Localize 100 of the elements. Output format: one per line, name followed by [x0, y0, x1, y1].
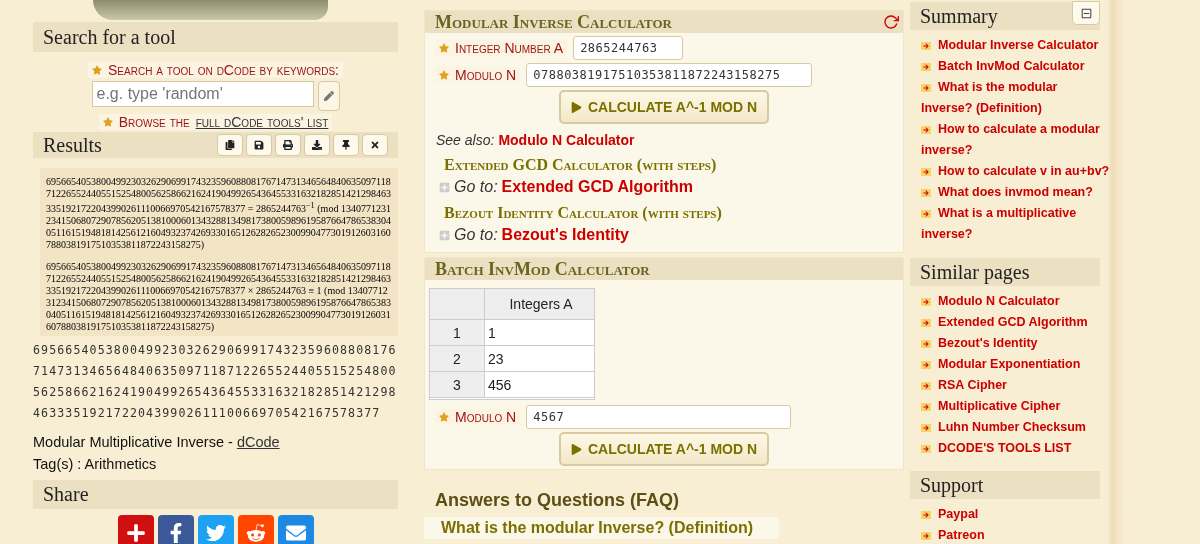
number-field[interactable]: 4567 [526, 405, 792, 429]
collapse-button[interactable] [1072, 1, 1100, 25]
twitter-share-button[interactable] [197, 515, 234, 544]
faq-heading: Answers to Questions (FAQ) [434, 489, 681, 511]
star-icon [102, 117, 113, 127]
copy-button[interactable] [217, 134, 243, 156]
related-heading: Bezout Identity Calculator (with steps) [443, 203, 723, 222]
tools-list-link[interactable]: full dCode tools' list [195, 114, 329, 130]
sidebar-title: Similar pages [920, 260, 1030, 284]
add-share-button[interactable] [117, 515, 154, 544]
related-heading: Extended GCD Calculator (with steps) [443, 155, 718, 174]
close-button[interactable] [362, 134, 388, 156]
row-number: 3 [430, 372, 485, 397]
plus-icon [125, 523, 146, 543]
panel-title: Modular Inverse Calculator [435, 11, 672, 33]
sidebar-link[interactable]: What is the modular Inverse? (Definition) [921, 77, 1110, 119]
minus-icon [1080, 7, 1092, 19]
arrow-icon [921, 188, 931, 197]
calculate-button[interactable]: CALCULATE A^-1 MOD N [558, 90, 770, 124]
star-icon [439, 43, 449, 53]
sidebar-title: Summary [920, 4, 998, 28]
search-button[interactable] [317, 81, 340, 111]
tags-line: Tag(s) : Arithmetics [33, 456, 158, 472]
dcode-link[interactable]: dCode [236, 434, 280, 450]
faq-question: What is the modular Inverse? (Definition) [424, 517, 779, 539]
number-field[interactable]: 2865244763 [573, 36, 684, 60]
expand-icon [439, 181, 450, 193]
go-to-label: Go to: [454, 226, 498, 244]
sidebar-link[interactable]: What is a multiplicative inverse? [921, 203, 1110, 245]
sidebar-link[interactable]: How to calculate v in au+bv? [921, 161, 1110, 182]
pin-button[interactable] [333, 134, 359, 156]
bird-icon [205, 523, 226, 543]
arrow-icon [921, 423, 931, 432]
field-label-text: Integer Number A [455, 40, 564, 56]
reddit-share-button[interactable] [237, 515, 274, 544]
calculate-button[interactable]: CALCULATE A^-1 MOD N [558, 432, 770, 466]
pin-icon [341, 140, 351, 150]
field-label-text: Modulo N [455, 409, 517, 425]
result-number: 6956654053800499230326290699174323596088081767147313465648406350971187122655244055152548005625866216241904992654364553316321828514212984633351921722043990261110066970542167578377 [33, 342, 398, 422]
search-field[interactable]: e.g. type 'random' [91, 81, 314, 107]
save-icon [254, 140, 264, 150]
print-button[interactable] [275, 134, 301, 156]
sidebar-link[interactable]: DCODE'S TOOLS LIST [921, 438, 1110, 459]
section-title: Search for a tool [43, 25, 176, 49]
mail-share-button[interactable] [277, 515, 314, 544]
sidebar-title: Support [920, 473, 984, 497]
sidebar-link[interactable]: Modulo N Calculator [921, 291, 1110, 312]
arrow-icon [921, 444, 931, 453]
facebook-share-button[interactable] [157, 515, 194, 544]
panel-title: Batch InvMod Calculator [435, 258, 650, 280]
pen-icon [323, 91, 334, 101]
sidebar-link[interactable]: Modular Inverse Calculator [921, 35, 1110, 56]
sidebar-link[interactable]: Luhn Number Checksum [921, 417, 1110, 438]
arrow-icon [921, 510, 931, 519]
star-icon [439, 412, 449, 422]
arrow-icon [921, 125, 931, 134]
arrow-icon [921, 360, 931, 369]
sidebar-link[interactable]: Multiplicative Cipher [921, 396, 1110, 417]
math-equation: 6956654053800499230326290699174323596088081767147313465648406350971187122655244055152548005625866216241904992654364553316321828514212984633351921722043990261110066970542167578377 × 2865244763 ≡ 1 (mod 13407712312341506807290785620513810006013432881349817380059896195876647865383040511615194818142561216049323742693301651262826523009904773019126031607880381917510353811872243158275) [46, 261, 392, 334]
row-number: 1 [430, 320, 485, 345]
reddit-alien-icon [245, 523, 266, 543]
sidebar-link[interactable]: Patreon [921, 525, 1110, 544]
download-icon [312, 140, 322, 150]
math-equation: 6956654053800499230326290699174323596088081767147313465648406350971187122655244055152548005625866216241904992654364553316321828514212984633351921722043990261110066970542167578377 = 2865244763$^{−1}$ (mod 13407712312341506807290785620513810006013432881349817380059896195876647865383040511615194818142561216049323742693301651262826523009904773019126031607880381917510353811872243158275) [46, 176, 392, 252]
download-button[interactable] [304, 134, 330, 156]
sidebar-link[interactable]: Bezout's Identity [921, 333, 1110, 354]
row-number: 2 [430, 346, 485, 371]
arrow-icon [921, 531, 931, 540]
related-link[interactable]: Bezout's Identity [501, 226, 629, 244]
sidebar-link[interactable]: RSA Cipher [921, 375, 1110, 396]
reload-icon[interactable] [883, 14, 899, 30]
play-icon [570, 101, 582, 113]
sidebar-link[interactable]: What does invmod mean? [921, 182, 1110, 203]
star-icon [92, 65, 102, 75]
play-icon [570, 443, 582, 455]
go-to-label: Go to: [454, 178, 498, 196]
print-icon [283, 140, 293, 150]
sidebar-link[interactable]: Modular Exponentiation [921, 354, 1110, 375]
arrow-icon [921, 62, 931, 71]
sidebar-link[interactable]: How to calculate a modular inverse? [921, 119, 1110, 161]
arrow-icon [921, 297, 931, 306]
star-icon [439, 70, 449, 80]
arrow-icon [921, 381, 931, 390]
arrow-icon [921, 339, 931, 348]
section-title: Results [43, 133, 102, 157]
arrow-icon [921, 41, 931, 50]
credit-line: Modular Multiplicative Inverse - dCode [33, 434, 281, 450]
see-also-label: See also: [436, 132, 495, 148]
see-also-link[interactable]: Modulo N Calculator [498, 132, 635, 148]
sidebar-link[interactable]: Paypal [921, 504, 1110, 525]
browse-text: Browse the [118, 114, 190, 130]
sidebar-link[interactable]: Batch InvMod Calculator [921, 56, 1110, 77]
arrow-icon [921, 209, 931, 218]
number-field[interactable]: 07880381917510353811872243158275 [526, 63, 813, 87]
arrow-icon [921, 318, 931, 327]
save-button[interactable] [246, 134, 272, 156]
related-link[interactable]: Extended GCD Algorithm [501, 178, 693, 196]
arrow-icon [921, 402, 931, 411]
close-icon [370, 140, 380, 150]
sidebar-link[interactable]: Extended GCD Algorithm [921, 312, 1110, 333]
